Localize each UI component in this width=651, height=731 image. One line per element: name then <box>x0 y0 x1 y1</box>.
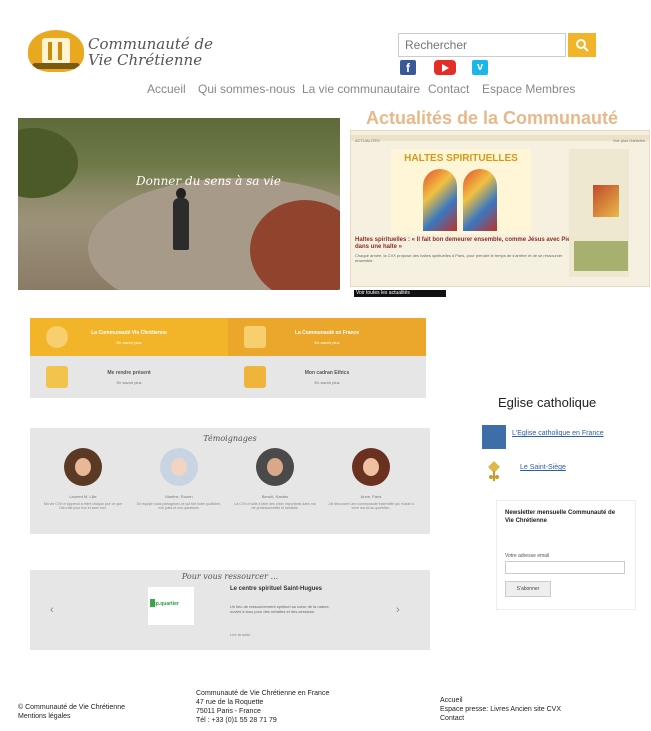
footer-link-presse[interactable]: Espace presse: Livres Ancien site CVX <box>440 706 561 714</box>
eglise-france-link[interactable]: L'Eglise catholique en France <box>512 430 604 437</box>
chevron-right-icon[interactable]: › <box>396 604 400 616</box>
hero-image[interactable]: Donner du sens à sa vie <box>18 118 340 290</box>
temoin-name: Anne, Paris <box>360 494 382 499</box>
tile-france-label: La Communauté en France <box>294 330 360 336</box>
avatar <box>160 448 198 486</box>
logo-text[interactable]: Communauté de Vie Chrétienne <box>88 36 213 68</box>
saint-hugues-logo[interactable]: sp.quartier <box>148 587 194 625</box>
temoin-name: Martine, Rouen <box>165 494 193 499</box>
newsletter-subscribe-button[interactable]: S'abonner <box>505 581 551 597</box>
temoin-text: La CVX m'aide à faire des choix importan… <box>234 502 316 510</box>
stained-glass-icon <box>423 169 457 231</box>
temoin-text: Ma vie CVX m'apprend à relire chaque jou… <box>43 502 123 510</box>
logo-icon[interactable] <box>28 30 84 72</box>
actualites-snippet: Chaque année, la CVX propose des haltes … <box>355 253 563 263</box>
newsletter-title: Newsletter mensuelle Communauté de Vie C… <box>505 510 616 524</box>
slider-item-title[interactable]: Le centre spirituel Saint-Hugues <box>230 586 340 593</box>
nav-qui-sommes-nous[interactable]: Qui sommes-nous <box>198 82 295 96</box>
avatar <box>64 448 102 486</box>
actualites-headline[interactable]: Haltes spirituelles : « Il fait bon deme… <box>355 237 580 251</box>
actualites-bar-label: ACTUALITÉS <box>355 138 380 143</box>
saint-siege-icon[interactable] <box>484 460 504 482</box>
nav-contact[interactable]: Contact <box>428 82 469 96</box>
search-input[interactable] <box>398 33 566 57</box>
temoin-name: Benoît, Nantes <box>261 494 289 499</box>
tile-cvx-sub: En savoir plus <box>116 340 142 345</box>
ressourcer-slider: Pour vous ressourcer ... ‹ › Le centre s… <box>30 570 430 650</box>
footer-address-3: 75011 Paris - France <box>196 708 261 715</box>
vimeo-icon[interactable]: v <box>472 60 488 75</box>
actualites-panel[interactable]: ACTUALITÉS Voir plus d'articles HALTES S… <box>350 130 650 287</box>
hero-caption: Donner du sens à sa vie <box>136 174 281 188</box>
slider-title: Pour vous ressourcer ... <box>181 572 279 581</box>
footer-link-accueil[interactable]: Accueil <box>440 697 463 705</box>
chevron-left-icon[interactable]: ‹ <box>50 604 54 616</box>
tile-present[interactable]: Me rendre présent En savoir plus <box>30 356 228 398</box>
stained-glass-icon <box>463 169 497 231</box>
actualites-more-link[interactable]: Voir plus d'articles <box>613 138 645 143</box>
tile-present-label: Me rendre présent <box>107 370 151 376</box>
slider-item-text: Un lieu de ressourcement spirituel au cœ… <box>230 604 330 614</box>
temoin-text: J'ai découvert une communauté fraternell… <box>328 502 414 510</box>
logo-line-2: Vie Chrétienne <box>88 51 203 69</box>
tile-ethics-sub: En savoir plus <box>314 380 340 385</box>
footer-address-4: Tél : +33 (0)1 55 28 71 79 <box>196 717 277 724</box>
haltes-image[interactable]: HALTES SPIRITUELLES <box>391 149 531 234</box>
newsletter-email-field[interactable] <box>505 561 625 574</box>
actualites-thumbnail[interactable] <box>569 149 629 277</box>
temoignages-title: Témoignages <box>203 434 257 443</box>
actualites-title: Actualités de la Communauté <box>366 108 619 128</box>
temoin-text: En équipe nous partageons ce qui fait no… <box>137 502 221 510</box>
temoignages-section: Témoignages Laurent M. Lille Ma vie CVX … <box>30 428 430 534</box>
newsletter-box: Newsletter mensuelle Communauté de Vie C… <box>496 500 636 610</box>
haltes-title: HALTES SPIRITUELLES <box>404 153 518 164</box>
saint-siege-link[interactable]: Le Saint-Siège <box>520 464 566 471</box>
eglise-title: Eglise catholique <box>498 395 597 410</box>
footer-address-1: Communauté de Vie Chrétienne en France <box>196 690 330 697</box>
logo-line-1: Communauté de <box>88 35 214 53</box>
nav-espace-membres[interactable]: Espace Membres <box>482 82 575 96</box>
slider-item-more[interactable]: Lire la suite <box>230 632 250 637</box>
saint-hugues-logo-text: sp.quartier <box>153 601 179 607</box>
tile-france-sub: En savoir plus <box>314 340 340 345</box>
youtube-icon[interactable] <box>434 60 456 75</box>
avatar <box>256 448 294 486</box>
footer-address-2: 47 rue de la Roquette <box>196 699 264 706</box>
footer-link-contact[interactable]: Contact <box>440 715 464 723</box>
tile-france[interactable]: La Communauté en France En savoir plus <box>228 318 426 356</box>
tile-cvx[interactable]: La Communauté Vie Chrétienne En savoir p… <box>30 318 228 356</box>
tile-ethics-label: Mon cadran Ethics <box>304 370 350 376</box>
search-icon <box>576 39 589 52</box>
tile-ethics[interactable]: Mon cadran Ethics En savoir plus <box>228 356 426 398</box>
avatar <box>352 448 390 486</box>
newsletter-label: Votre adresse email <box>505 553 550 559</box>
tile-present-sub: En savoir plus <box>116 380 142 385</box>
temoin-name: Laurent M. Lille <box>69 494 97 499</box>
search-button[interactable] <box>568 33 596 57</box>
tile-cvx-label: La Communauté Vie Chrétienne <box>91 330 167 336</box>
nav-vie-communautaire[interactable]: La vie communautaire <box>302 82 420 96</box>
footer-copyright: © Communauté de Vie Chrétienne <box>18 704 125 711</box>
footer-mentions-link[interactable]: Mentions légales <box>18 713 71 721</box>
voir-actualites-link[interactable]: Voir toutes les actualités <box>354 290 446 297</box>
facebook-icon[interactable]: f <box>400 60 416 75</box>
eglise-france-icon[interactable] <box>482 425 506 449</box>
nav-accueil[interactable]: Accueil <box>147 82 186 96</box>
